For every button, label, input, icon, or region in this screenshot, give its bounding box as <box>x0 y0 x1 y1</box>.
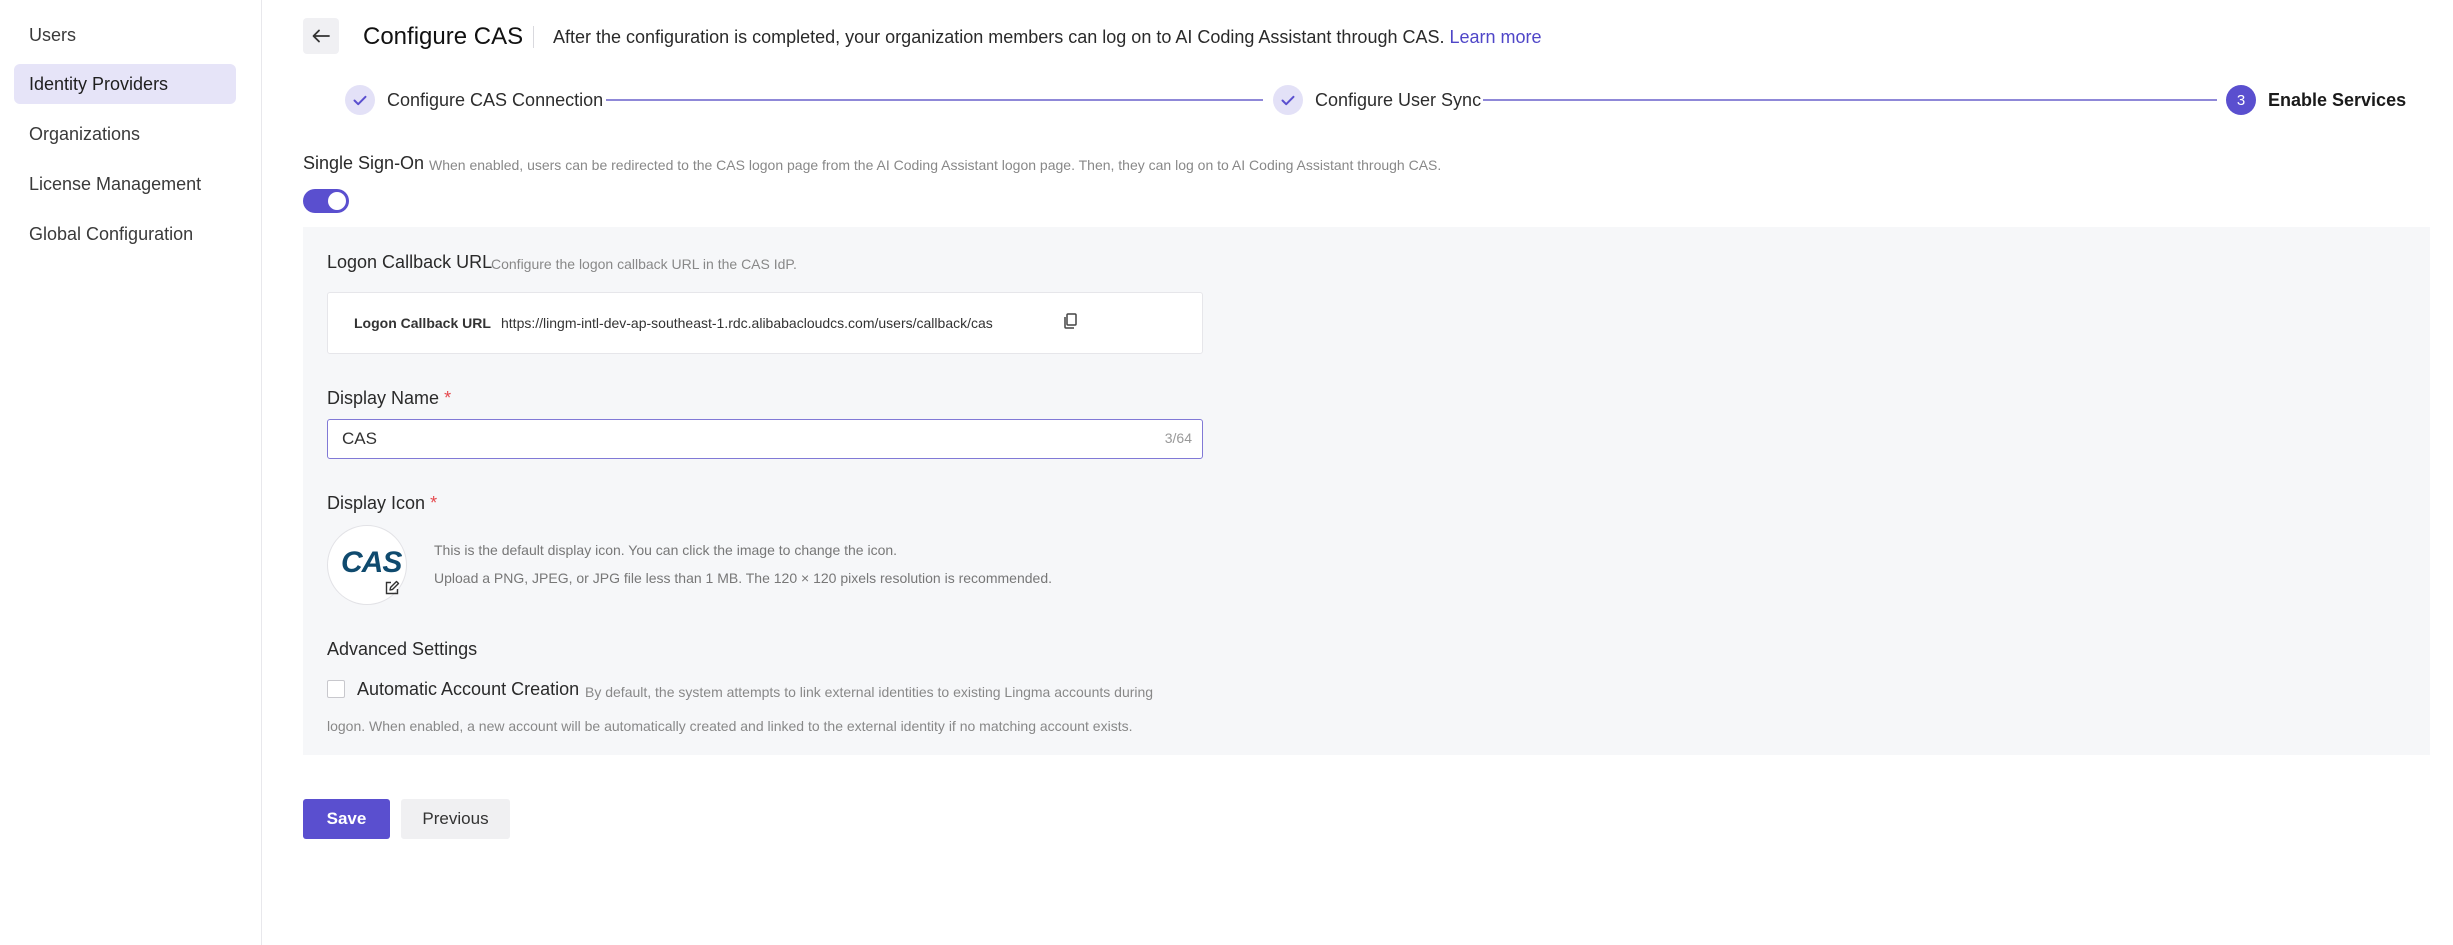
step-done-indicator <box>345 85 375 115</box>
sidebar-item-identity-providers[interactable]: Identity Providers <box>14 64 236 104</box>
step-label: Configure User Sync <box>1315 89 1482 110</box>
advanced-settings-label: Advanced Settings <box>327 639 478 659</box>
required-mark: * <box>430 493 438 513</box>
callback-url-box: Logon Callback URL https://lingm-intl-de… <box>327 292 1203 354</box>
auto-account-description-2: logon. When enabled, a new account will … <box>327 718 1133 734</box>
sso-label: Single Sign-On <box>303 153 425 173</box>
step-connector <box>1483 99 2217 101</box>
step-number-badge: 3 <box>2226 85 2256 115</box>
header-description-text: After the configuration is completed, yo… <box>553 27 1445 47</box>
page-title: Configure CAS <box>363 23 524 50</box>
step-label: Configure CAS Connection <box>387 89 604 110</box>
arrow-left-icon <box>312 29 330 43</box>
save-button[interactable]: Save <box>303 799 390 839</box>
sidebar-item-users[interactable]: Users <box>14 15 236 55</box>
copy-button[interactable] <box>1063 313 1077 334</box>
display-icon-hint-2: Upload a PNG, JPEG, or JPG file less tha… <box>434 570 1052 586</box>
display-name-label-text: Display Name <box>327 388 440 408</box>
toggle-knob <box>328 192 346 210</box>
learn-more-link[interactable]: Learn more <box>1450 27 1542 47</box>
display-icon-uploader[interactable]: CAS <box>327 525 407 605</box>
display-icon-label: Display Icon * <box>327 493 437 514</box>
step-enable-services: 3 Enable Services <box>2226 84 2406 116</box>
check-icon <box>353 95 367 105</box>
step-configure-user-sync: Configure User Sync <box>1273 84 1481 116</box>
display-icon-hint-1: This is the default display icon. You ca… <box>434 542 898 558</box>
callback-url-key: Logon Callback URL <box>354 315 491 331</box>
sidebar-item-license-management[interactable]: License Management <box>14 164 236 204</box>
sidebar: Users Identity Providers Organizations L… <box>0 0 262 945</box>
sso-description: When enabled, users can be redirected to… <box>429 157 1442 173</box>
sidebar-item-organizations[interactable]: Organizations <box>14 114 236 154</box>
display-name-label: Display Name * <box>327 388 451 409</box>
auto-account-checkbox[interactable] <box>327 680 345 698</box>
title-divider <box>533 26 534 48</box>
callback-url-value: https://lingm-intl-dev-ap-southeast-1.rd… <box>501 315 993 331</box>
auto-account-description-1: By default, the system attempts to link … <box>585 684 1154 700</box>
auto-account-label[interactable]: Automatic Account Creation <box>357 679 579 700</box>
step-label: Enable Services <box>2268 89 2407 110</box>
character-counter: 3/64 <box>1164 430 1192 446</box>
edit-icon <box>385 580 400 595</box>
display-name-input[interactable] <box>342 420 1122 457</box>
required-mark: * <box>444 388 452 408</box>
back-button[interactable] <box>303 18 339 54</box>
copy-icon <box>1064 313 1077 329</box>
step-configure-cas-connection: Configure CAS Connection <box>345 84 603 116</box>
callback-url-hint: Configure the logon callback URL in the … <box>491 256 797 272</box>
display-name-field-wrapper: 3/64 <box>327 419 1203 459</box>
previous-button[interactable]: Previous <box>401 799 510 839</box>
sso-toggle[interactable] <box>303 189 349 213</box>
callback-url-label: Logon Callback URL <box>327 252 493 272</box>
sso-settings-panel: Logon Callback URL Configure the logon c… <box>303 227 2430 755</box>
check-icon <box>1281 95 1295 105</box>
step-done-indicator <box>1273 85 1303 115</box>
step-connector <box>606 99 1263 101</box>
header-description: After the configuration is completed, yo… <box>553 26 1542 48</box>
cas-logo: CAS <box>341 546 402 579</box>
sidebar-item-global-configuration[interactable]: Global Configuration <box>14 214 236 254</box>
display-icon-label-text: Display Icon <box>327 493 426 513</box>
